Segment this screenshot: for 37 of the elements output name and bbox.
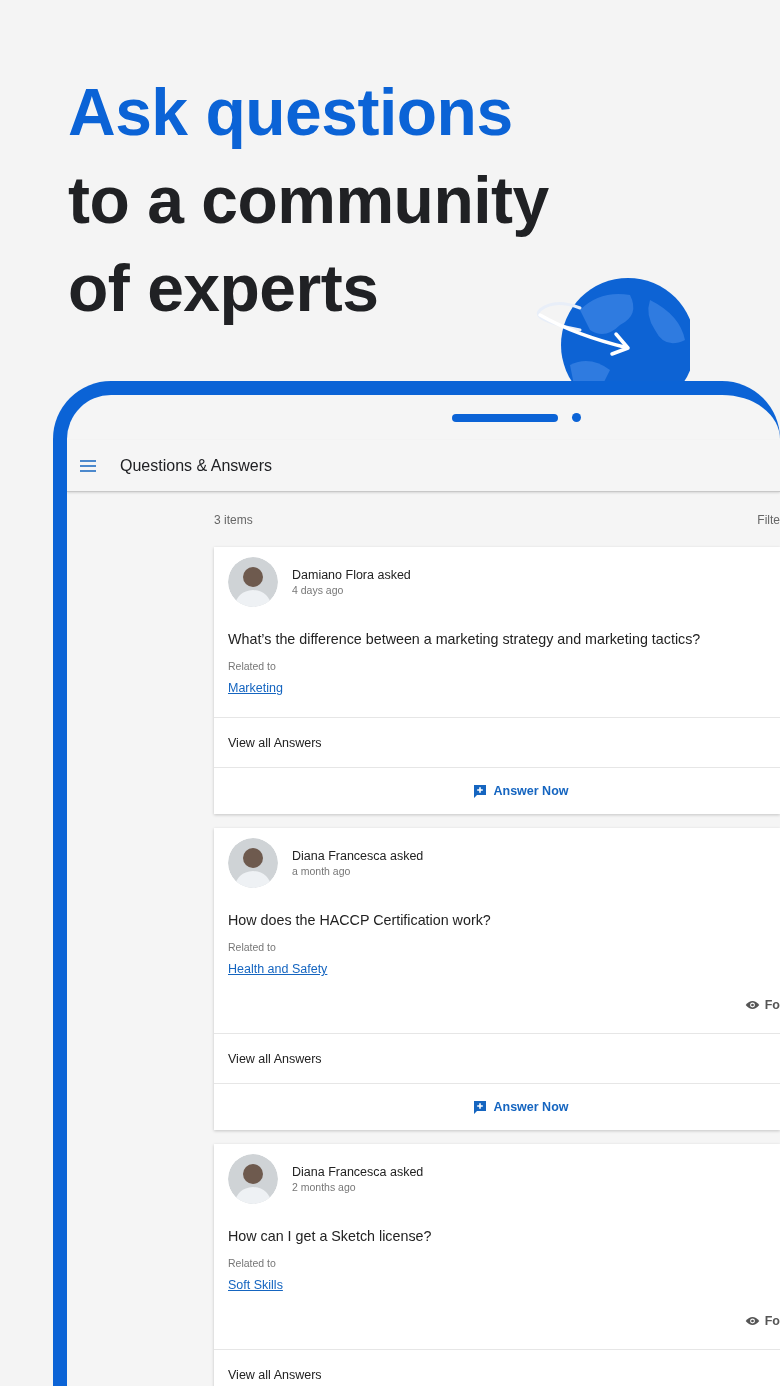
- author-name: Damiano Flora asked: [292, 568, 411, 582]
- view-answers-link[interactable]: View all Answers: [228, 1367, 322, 1382]
- item-count: 3 items: [214, 512, 253, 527]
- author-name: Diana Francesca asked: [292, 1165, 424, 1179]
- eye-icon: [744, 1000, 760, 1010]
- filter-button[interactable]: Filte: [757, 512, 780, 527]
- eye-icon: [744, 1316, 760, 1326]
- follow-button[interactable]: Fo: [744, 998, 780, 1012]
- avatar: [228, 557, 278, 607]
- topic-link[interactable]: Health and Safety: [228, 962, 328, 976]
- avatar: [228, 838, 278, 888]
- avatar: [228, 1154, 278, 1204]
- topic-link[interactable]: Soft Skills: [228, 1278, 283, 1292]
- question-text: How can I get a Sketch license?: [227, 1227, 433, 1244]
- follow-button[interactable]: Fo: [744, 1314, 780, 1328]
- headline-text: to a community: [68, 162, 549, 239]
- view-answers-link[interactable]: View all Answers: [228, 735, 322, 750]
- author-name: Diana Francesca asked: [292, 849, 424, 863]
- camera-dot: [572, 413, 581, 422]
- headline-text: Ask questions: [68, 74, 513, 151]
- post-time: a month ago: [292, 865, 352, 877]
- view-answers-link[interactable]: View all Answers: [228, 1051, 322, 1066]
- topic-link[interactable]: Marketing: [228, 681, 283, 695]
- add-comment-icon: [473, 1100, 488, 1114]
- answer-now-button[interactable]: Answer Now: [469, 1096, 573, 1118]
- post-time: 4 days ago: [292, 584, 345, 596]
- answer-now-button[interactable]: Answer Now: [469, 780, 573, 802]
- question-text: How does the HACCP Certification work?: [227, 911, 492, 928]
- post-time: 2 months ago: [292, 1181, 357, 1193]
- headline-text: of experts: [68, 250, 379, 327]
- app-title: Questions & Answers: [120, 456, 273, 475]
- question-text: What’s the difference between a marketing strategy and marketing tactics?: [227, 630, 702, 647]
- related-label: Related to: [227, 659, 277, 672]
- related-label: Related to: [227, 940, 277, 953]
- menu-icon[interactable]: [80, 459, 96, 472]
- related-label: Related to: [227, 1256, 277, 1269]
- add-comment-icon: [473, 784, 488, 798]
